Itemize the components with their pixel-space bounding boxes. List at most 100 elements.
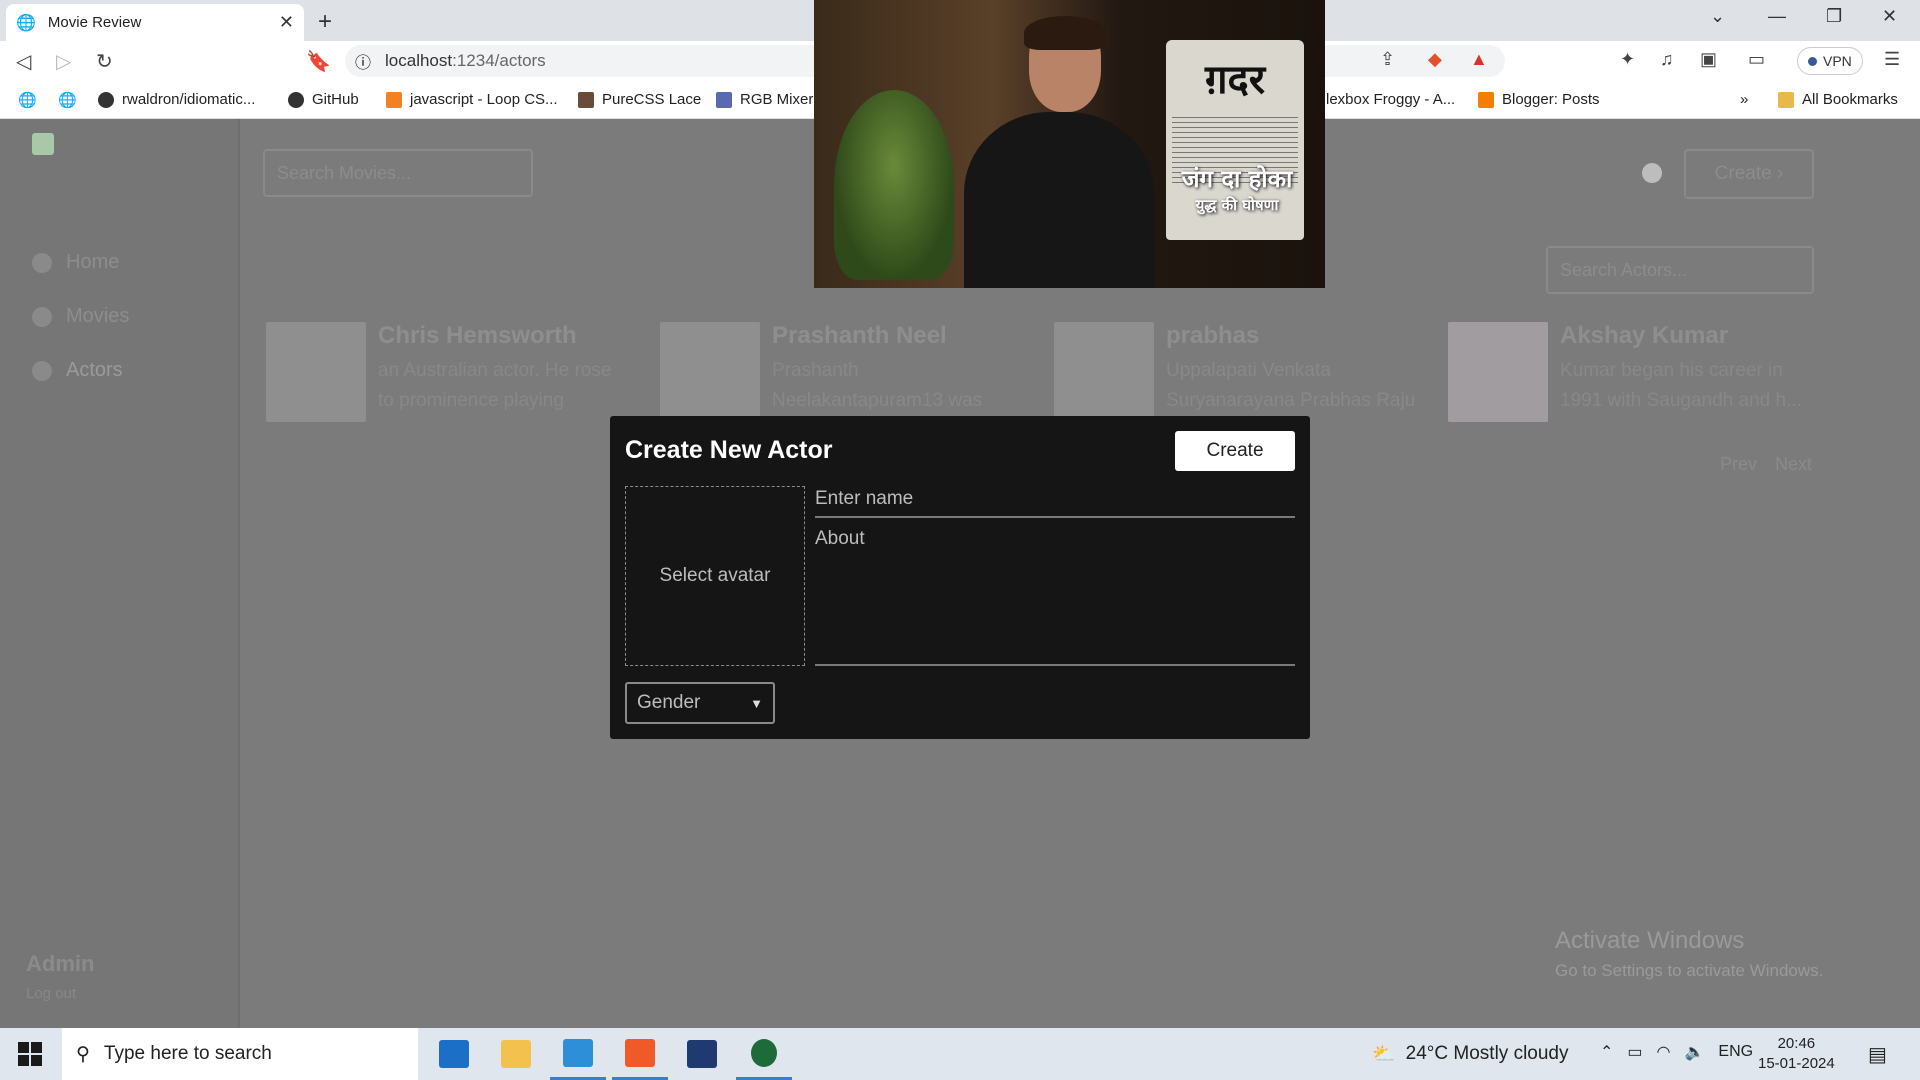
bookmark-item[interactable]: GitHub <box>288 91 359 108</box>
weather-widget[interactable]: ⛅ 24°C Mostly cloudy <box>1372 1042 1569 1066</box>
close-tab-button[interactable]: ✕ <box>279 12 294 33</box>
language-indicator[interactable]: ENG <box>1718 1043 1753 1061</box>
avatar-selector[interactable]: Select avatar <box>625 486 805 666</box>
actor-about: Prashanth Neelakantapuram13 was <box>772 360 983 411</box>
actor-avatar <box>266 322 366 422</box>
actor-avatar <box>1448 322 1548 422</box>
windows-activation-watermark: Activate Windows Go to Settings to activ… <box>1555 927 1823 981</box>
bookmark-item[interactable]: javascript - Loop CS... <box>386 91 558 108</box>
sidebar-item-movies[interactable]: Movies <box>32 305 129 328</box>
bookmark-globe-icon[interactable]: 🌐 <box>18 91 37 109</box>
folder-icon <box>1778 91 1794 108</box>
vscode-icon[interactable] <box>550 1028 606 1080</box>
menu-icon[interactable]: ☰ <box>1884 49 1900 70</box>
newspaper-masthead: ग़दर <box>1204 56 1266 103</box>
media-icon[interactable]: ♫ <box>1660 49 1674 70</box>
gender-select[interactable]: Gender ▼ <box>625 682 775 724</box>
mail-app-icon[interactable] <box>426 1028 482 1080</box>
actor-card[interactable]: Chris Hemsworth an Australian actor. He r… <box>266 322 636 422</box>
reload-button[interactable]: ↻ <box>96 49 113 74</box>
new-tab-button[interactable]: + <box>318 8 332 36</box>
close-window-button[interactable]: ✕ <box>1882 6 1897 27</box>
actor-name: prabhas <box>1166 322 1260 349</box>
create-button[interactable]: Create <box>1175 431 1295 471</box>
video-headline: जंग दा होका युद्ध की घोषणा <box>1181 165 1293 214</box>
actor-avatar <box>660 322 760 422</box>
gender-value: Gender <box>637 692 701 713</box>
search-movies-input[interactable]: Search Movies... <box>263 149 533 197</box>
bookmark-item[interactable]: Blogger: Posts <box>1478 91 1600 108</box>
actor-card[interactable]: prabhas Uppalapati Venkata Suryanarayana … <box>1054 322 1424 422</box>
pagination: Prev Next <box>1720 454 1812 475</box>
actor-name: Chris Hemsworth <box>378 322 577 349</box>
file-explorer-icon[interactable] <box>488 1028 544 1080</box>
cloudy-weather-icon: ⛅ <box>1372 1044 1396 1065</box>
create-dropdown-button[interactable]: Create › <box>1684 149 1814 199</box>
url-text: localhost:1234/actors <box>385 51 546 70</box>
battery-icon[interactable]: ▭ <box>1627 1042 1642 1062</box>
brave-shield-icon[interactable]: ◆ <box>1428 49 1442 70</box>
plant-illustration <box>834 90 954 280</box>
windows-logo-icon <box>18 1042 42 1066</box>
extensions-icon[interactable]: ✦ <box>1620 49 1635 70</box>
stackoverflow-icon <box>386 91 402 108</box>
bookmark-item[interactable]: lexbox Froggy - A... <box>1326 91 1455 108</box>
volume-icon[interactable]: 🔈 <box>1685 1042 1705 1062</box>
vpn-status-icon <box>1808 56 1817 66</box>
forward-button[interactable]: ▷ <box>56 49 71 74</box>
vpn-button[interactable]: VPN <box>1797 47 1863 75</box>
browser-tab[interactable]: 🌐 Movie Review ✕ <box>6 4 304 41</box>
search-actors-input[interactable]: Search Actors... <box>1546 246 1814 294</box>
actor-about: Kumar began his career in 1991 with Saug… <box>1560 360 1802 411</box>
wallet-icon[interactable]: ▭ <box>1748 49 1765 70</box>
chevron-up-icon[interactable]: ⌃ <box>1600 1042 1613 1062</box>
brave-browser-icon[interactable] <box>612 1028 668 1080</box>
search-icon: ⚲ <box>76 1043 90 1065</box>
name-input[interactable]: Enter name <box>815 486 1295 518</box>
bookmark-globe-icon[interactable]: 🌐 <box>58 91 77 109</box>
modal-title: Create New Actor <box>625 436 833 464</box>
bookmark-item[interactable]: PureCSS Lace <box>578 91 701 108</box>
back-button[interactable]: ◁ <box>16 49 31 74</box>
home-icon <box>32 252 52 273</box>
actor-about: Uppalapati Venkata Suryanarayana Prabhas… <box>1166 360 1416 411</box>
share-icon[interactable]: ⇪ <box>1380 49 1395 70</box>
actor-card[interactable]: Akshay Kumar Kumar began his career in 19… <box>1448 322 1818 422</box>
sidebar-icon[interactable]: ▣ <box>1700 49 1717 70</box>
globe-icon: 🌐 <box>16 14 36 32</box>
presenter-illustration <box>964 16 1154 288</box>
user-icon <box>32 360 52 381</box>
clock[interactable]: 20:46 15-01-2024 <box>1758 1034 1835 1074</box>
sidebar-item-actors[interactable]: Actors <box>32 359 123 382</box>
about-textarea[interactable]: About <box>815 528 1295 666</box>
actor-name: Prashanth Neel <box>772 322 947 349</box>
sidebar-item-home[interactable]: Home <box>32 251 119 274</box>
brave-rewards-icon[interactable]: ▲ <box>1470 49 1488 70</box>
taskbar-search[interactable]: ⚲ Type here to search <box>62 1028 418 1080</box>
notifications-icon[interactable]: ▤ <box>1868 1042 1887 1067</box>
video-overlay[interactable]: ग़दर जंग दा होका युद्ध की घोषणा <box>814 0 1325 288</box>
actor-card[interactable]: Prashanth Neel Prashanth Neelakantapuram1… <box>660 322 1030 422</box>
theme-toggle-icon[interactable] <box>1642 163 1662 183</box>
bookmarks-overflow-button[interactable]: » <box>1740 91 1748 108</box>
next-button[interactable]: Next <box>1775 454 1812 475</box>
maximize-button[interactable]: ❐ <box>1826 6 1842 27</box>
app-logo[interactable] <box>32 133 54 155</box>
activate-title: Activate Windows <box>1555 927 1745 954</box>
windows-start-button[interactable] <box>18 1042 42 1066</box>
system-tray: ⌃ ▭ ◠ 🔈 ENG <box>1600 1042 1753 1062</box>
wifi-icon[interactable]: ◠ <box>1657 1042 1671 1062</box>
logout-link[interactable]: Log out <box>26 985 76 1002</box>
github-icon <box>288 91 304 108</box>
bookmark-icon[interactable]: 🔖 <box>306 49 331 74</box>
site-info-icon[interactable]: ⓘ <box>355 49 371 73</box>
all-bookmarks[interactable]: All Bookmarks <box>1778 91 1898 108</box>
rgb-mixer-icon <box>716 91 732 108</box>
prev-button[interactable]: Prev <box>1720 454 1757 475</box>
stockedge-icon[interactable] <box>674 1028 730 1080</box>
bookmark-item[interactable]: rwaldron/idiomatic... <box>98 91 255 108</box>
tab-search-chevron-icon[interactable]: ⌄ <box>1710 6 1725 27</box>
minimize-button[interactable]: — <box>1768 6 1786 27</box>
mongodb-compass-icon[interactable] <box>736 1028 792 1080</box>
bookmark-item[interactable]: RGB Mixer <box>716 91 813 108</box>
